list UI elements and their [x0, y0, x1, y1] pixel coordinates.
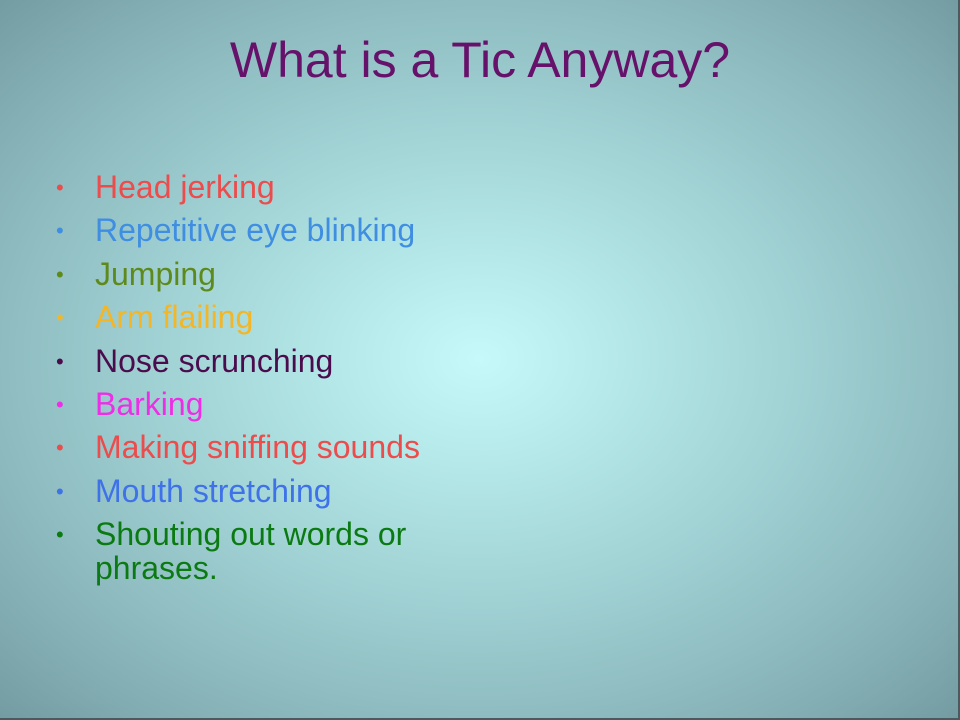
list-item-text: Jumping: [95, 255, 216, 292]
bullet-dot: •: [56, 522, 64, 548]
bullet-dot: •: [56, 175, 64, 200]
list-item: • Arm flailing: [56, 296, 496, 339]
list-item: • Jumping: [56, 253, 496, 296]
list-item: • Shouting out words or phrases.: [56, 513, 496, 585]
bullet-dot: •: [56, 261, 64, 287]
bullet-dot: •: [56, 218, 64, 244]
bullet-dot: •: [56, 305, 64, 331]
list-item: • Nose scrunching: [56, 340, 496, 383]
list-item: • Making sniffing sounds: [56, 426, 496, 469]
list-item-text: Mouth stretching: [95, 472, 332, 509]
list-item-text: Nose scrunching: [95, 342, 334, 379]
bullet-dot: •: [56, 392, 64, 418]
bullet-dot: •: [56, 435, 64, 461]
slide: What is a Tic Anyway? • Head jerking • R…: [0, 0, 960, 720]
list-item-text: Shouting out words or phrases.: [95, 516, 407, 587]
list-item-text: Head jerking: [95, 169, 275, 205]
bullet-list: • Head jerking • Repetitive eye blinking…: [56, 166, 496, 585]
slide-title: What is a Tic Anyway?: [229, 32, 731, 88]
list-item: • Head jerking: [56, 166, 496, 209]
list-item-text: Making sniffing sounds: [95, 429, 420, 466]
list-item: • Mouth stretching: [56, 470, 496, 513]
list-item: • Barking: [56, 383, 496, 426]
bullet-dot: •: [56, 348, 64, 374]
bullet-dot: •: [56, 478, 64, 504]
list-item-text: Repetitive eye blinking: [95, 212, 416, 249]
list-item: • Repetitive eye blinking: [56, 209, 496, 252]
list-item-text: Barking: [95, 386, 204, 423]
list-item-text: Arm flailing: [95, 299, 254, 336]
